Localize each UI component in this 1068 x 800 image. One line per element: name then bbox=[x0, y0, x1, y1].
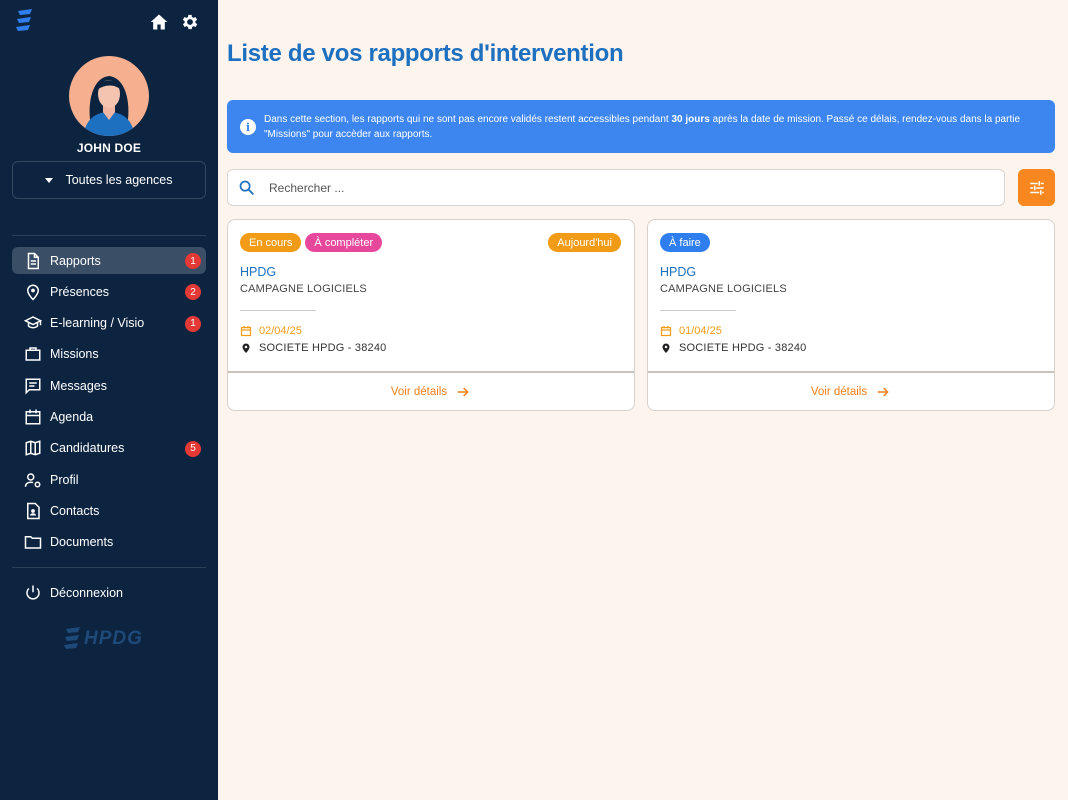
info-text-bold: 30 jours bbox=[671, 114, 710, 125]
notification-badge: 2 bbox=[185, 284, 201, 301]
info-text-start: Dans cette section, les rapports qui ne … bbox=[264, 114, 672, 125]
graduation-cap-icon bbox=[24, 316, 42, 329]
caret-down-icon bbox=[45, 177, 54, 183]
search-input[interactable] bbox=[269, 180, 969, 195]
sidebar-item-presences[interactable]: Présences 2 bbox=[12, 278, 206, 305]
sidebar-item-label: Agenda bbox=[50, 409, 94, 424]
sidebar-item-elearning[interactable]: E-learning / Visio 1 bbox=[12, 310, 206, 337]
card-date: 02/04/25 bbox=[240, 325, 302, 337]
card-date-value: 01/04/25 bbox=[679, 325, 722, 337]
calendar-icon bbox=[660, 326, 672, 337]
view-details-button[interactable]: Voir détails bbox=[228, 371, 634, 411]
card-date-value: 02/04/25 bbox=[259, 325, 302, 337]
app-logo-icon[interactable] bbox=[14, 8, 36, 34]
sidebar-item-rapports[interactable]: Rapports 1 bbox=[12, 247, 206, 274]
sidebar-item-messages[interactable]: Messages bbox=[12, 372, 206, 399]
status-badge: À faire bbox=[660, 233, 710, 252]
divider bbox=[240, 310, 316, 311]
view-details-label: Voir détails bbox=[810, 386, 868, 398]
card-location-value: SOCIETE HPDG - 38240 bbox=[679, 342, 807, 354]
card-location: SOCIETE HPDG - 38240 bbox=[660, 342, 807, 354]
power-icon bbox=[26, 585, 40, 600]
search-bar bbox=[227, 169, 1005, 206]
page-title: Liste de vos rapports d'intervention bbox=[227, 40, 624, 67]
sidebar-item-agenda[interactable]: Agenda bbox=[12, 403, 206, 430]
notification-badge: 5 bbox=[185, 440, 201, 457]
agency-select-value: Toutes les agences bbox=[65, 173, 173, 187]
brand-name: HPDG bbox=[84, 628, 143, 649]
status-chips: En cours À compléter bbox=[240, 233, 383, 252]
sidebar-item-contacts[interactable]: Contacts bbox=[12, 497, 206, 524]
divider bbox=[12, 235, 206, 236]
briefcase-icon bbox=[25, 347, 41, 362]
card-subtitle: CAMPAGNE LOGICIELS bbox=[240, 283, 367, 295]
filter-button[interactable] bbox=[1018, 169, 1055, 206]
card-location: SOCIETE HPDG - 38240 bbox=[240, 342, 387, 354]
card-title: HPDG bbox=[240, 265, 277, 279]
sidebar-item-label: E-learning / Visio bbox=[50, 316, 145, 331]
card-subtitle: CAMPAGNE LOGICIELS bbox=[660, 283, 787, 295]
sidebar-item-label: Présences bbox=[50, 284, 110, 299]
view-details-button[interactable]: Voir détails bbox=[648, 371, 1054, 411]
sidebar: JOHN DOE Toutes les agences Rapports 1 P… bbox=[0, 0, 218, 800]
user-name: JOHN DOE bbox=[76, 141, 142, 155]
message-icon bbox=[25, 378, 41, 395]
sidebar-nav: Rapports 1 Présences 2 E-learning / Visi… bbox=[12, 247, 206, 560]
sidebar-item-label: Rapports bbox=[50, 253, 101, 268]
document-icon bbox=[27, 252, 39, 269]
brand-logo: HPDG bbox=[62, 626, 143, 652]
sidebar-item-missions[interactable]: Missions bbox=[12, 341, 206, 368]
notification-badge: 1 bbox=[185, 253, 201, 269]
divider bbox=[660, 310, 736, 311]
logout-label: Déconnexion bbox=[50, 586, 123, 600]
home-icon[interactable] bbox=[149, 12, 169, 32]
sidebar-item-candidatures[interactable]: Candidatures 5 bbox=[12, 435, 206, 462]
sidebar-item-label: Missions bbox=[50, 347, 99, 362]
location-pin-icon bbox=[26, 284, 40, 301]
filter-sliders-icon bbox=[1029, 180, 1044, 195]
card-location-value: SOCIETE HPDG - 38240 bbox=[259, 342, 387, 354]
calendar-icon bbox=[25, 409, 41, 425]
location-pin-icon bbox=[242, 343, 250, 353]
brand-mark-icon bbox=[64, 627, 80, 649]
logout-button[interactable]: Déconnexion bbox=[12, 582, 206, 604]
sidebar-item-profil[interactable]: Profil bbox=[12, 466, 206, 493]
sidebar-item-documents[interactable]: Documents bbox=[12, 529, 206, 556]
notification-badge: 1 bbox=[185, 315, 201, 332]
card-date: 01/04/25 bbox=[660, 325, 722, 337]
arrow-right-icon bbox=[877, 387, 889, 397]
location-pin-icon bbox=[662, 343, 670, 353]
report-card[interactable]: À faire HPDG CAMPAGNE LOGICIELS 01/04/25… bbox=[647, 219, 1055, 411]
info-banner: i Dans cette section, les rapports qui n… bbox=[227, 100, 1055, 153]
sidebar-item-label: Contacts bbox=[50, 503, 100, 518]
info-icon: i bbox=[240, 119, 256, 135]
calendar-icon bbox=[240, 326, 252, 337]
avatar bbox=[69, 56, 149, 136]
agency-select[interactable]: Toutes les agences bbox=[12, 161, 206, 199]
sidebar-item-label: Profil bbox=[50, 472, 79, 487]
search-icon bbox=[239, 180, 254, 195]
map-icon bbox=[25, 440, 41, 457]
report-card[interactable]: En cours À compléter Aujourd'hui HPDG CA… bbox=[227, 219, 635, 411]
status-badge: À compléter bbox=[305, 233, 383, 252]
contact-card-icon bbox=[27, 502, 40, 520]
sidebar-item-label: Documents bbox=[50, 535, 114, 550]
gear-icon[interactable] bbox=[180, 12, 200, 32]
sidebar-item-label: Messages bbox=[50, 378, 107, 393]
divider bbox=[12, 567, 206, 568]
date-badge: Aujourd'hui bbox=[548, 233, 621, 252]
view-details-label: Voir détails bbox=[390, 386, 448, 398]
sidebar-item-label: Candidatures bbox=[50, 441, 125, 456]
folder-icon bbox=[24, 536, 42, 549]
status-chips: À faire bbox=[660, 233, 710, 252]
arrow-right-icon bbox=[457, 387, 469, 397]
user-gear-icon bbox=[24, 472, 41, 488]
card-title: HPDG bbox=[660, 265, 697, 279]
status-badge: En cours bbox=[240, 233, 302, 252]
